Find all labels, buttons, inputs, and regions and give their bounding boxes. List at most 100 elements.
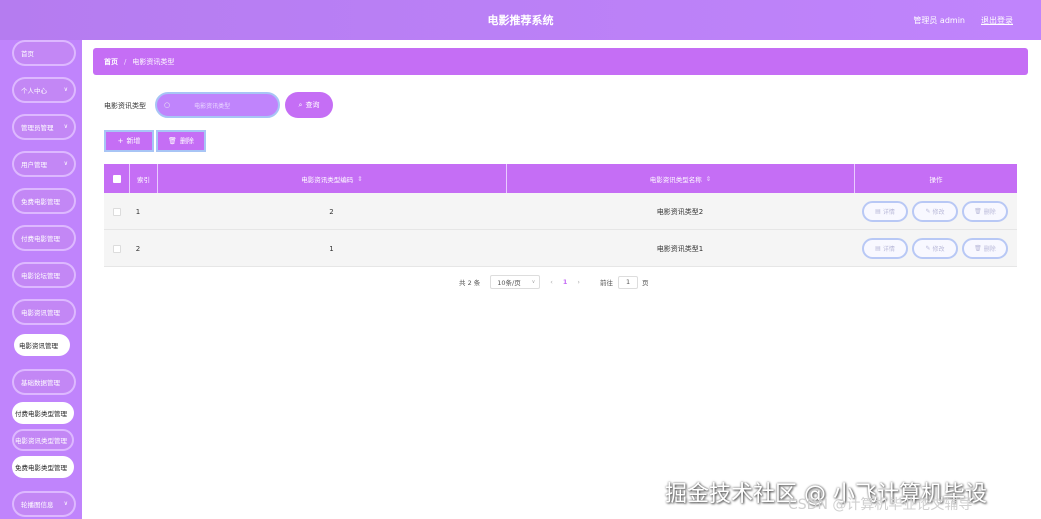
next-page-icon[interactable]: › (577, 278, 580, 286)
data-table: 索引 电影资讯类型编码 ⇕ 电影资讯类型名称 ⇕ 操作 1 2 电影资讯类型2 ▤ 详… (104, 164, 1017, 267)
sidebar-item-label: 基础数据管理 (21, 379, 60, 387)
breadcrumb-home[interactable]: 首页 (104, 57, 118, 67)
sidebar-item-home[interactable]: 首页 (12, 40, 76, 66)
detail-icon: ▤ (875, 245, 881, 252)
sort-icon[interactable]: ⇕ (357, 175, 362, 183)
sidebar-item-label: 电影资讯管理 (19, 342, 58, 350)
pagination-total: 共 2 条 (459, 279, 481, 287)
sidebar-item-label: 电影资讯管理 (21, 309, 60, 317)
prev-page-icon[interactable]: ‹ (550, 278, 553, 286)
header-index: 索引 (129, 164, 157, 193)
goto-page-input[interactable]: 1 (618, 275, 639, 289)
search-input[interactable]: ○ 电影资讯类型 (155, 92, 280, 118)
query-button-label: 查询 (305, 101, 320, 109)
delete-button-label: 删除 (179, 137, 194, 145)
add-button-label: 新增 (126, 137, 141, 145)
sidebar-item-carousel[interactable]: 轮播图信息 ∨ (12, 491, 76, 517)
search-icon: ⌕ (298, 100, 303, 109)
sidebar-subitem-news-types[interactable]: 电影资讯类型管理 (12, 429, 74, 451)
goto-label: 前往 (600, 279, 614, 287)
sidebar-item-label: 付费电影管理 (21, 235, 60, 243)
chevron-down-icon: ∨ (63, 160, 68, 167)
sidebar-item-admin[interactable]: 管理员管理 ∨ (12, 114, 76, 140)
logout-link[interactable]: 退出登录 (981, 15, 1013, 26)
header-code[interactable]: 电影资讯类型编码 ⇕ (157, 164, 506, 193)
row-checkbox[interactable] (112, 244, 121, 253)
detail-icon: ▤ (875, 208, 881, 215)
edit-button-label: 修改 (932, 209, 945, 216)
row-actions: ▤ 详情 ✎ 修改 🗑 删除 (862, 193, 1012, 230)
detail-button[interactable]: ▤ 详情 (862, 201, 908, 222)
trash-icon: 🗑 (168, 137, 177, 145)
sidebar-item-paid-movies[interactable]: 付费电影管理 (12, 225, 76, 251)
breadcrumb-separator: / (124, 57, 127, 66)
sidebar-item-label: 电影资讯类型管理 (15, 437, 67, 445)
header-name-label: 电影资讯类型名称 (649, 175, 702, 184)
cell-code: 1 (329, 244, 334, 253)
select-all-cell[interactable] (104, 164, 129, 193)
sidebar-subitem-free-movie-types[interactable]: 免费电影类型管理 (12, 456, 74, 478)
chevron-down-icon: ∨ (63, 86, 68, 93)
current-page[interactable]: 1 (563, 278, 568, 286)
sidebar-subitem-paid-movie-types[interactable]: 付费电影类型管理 (12, 402, 74, 424)
trash-icon: 🗑 (974, 208, 982, 215)
sidebar-item-label: 管理员管理 (21, 124, 54, 132)
edit-button[interactable]: ✎ 修改 (912, 201, 958, 222)
select-all-checkbox[interactable] (112, 174, 121, 183)
sidebar-item-news[interactable]: 电影资讯管理 (12, 299, 76, 325)
cell-index: 2 (135, 244, 141, 253)
sidebar-item-base-data[interactable]: 基础数据管理 (12, 369, 76, 395)
add-button[interactable]: + 新增 (104, 130, 154, 152)
header-ops: 操作 (854, 164, 1017, 193)
query-button[interactable]: ⌕ 查询 (285, 92, 333, 118)
goto-suffix: 页 (642, 279, 649, 287)
detail-button-label: 详情 (882, 209, 895, 216)
table-row: 1 2 电影资讯类型2 ▤ 详情 ✎ 修改 🗑 删除 (104, 193, 1017, 230)
detail-button[interactable]: ▤ 详情 (862, 238, 908, 259)
sidebar-item-label: 轮播图信息 (21, 501, 54, 509)
sidebar: 首页 个人中心 ∨ 管理员管理 ∨ 用户管理 ∨ 免费电影管理 付费电影管理 电影论坛… (0, 40, 82, 519)
row-delete-button[interactable]: 🗑 删除 (962, 238, 1008, 259)
row-checkbox[interactable] (112, 207, 121, 216)
detail-button-label: 详情 (882, 246, 895, 253)
edit-icon: ✎ (925, 245, 931, 252)
page-size-select[interactable]: 10条/页 ∨ (490, 275, 541, 289)
sidebar-item-label: 电影论坛管理 (21, 272, 60, 280)
chevron-down-icon: ∨ (63, 123, 68, 130)
sidebar-item-label: 首页 (21, 50, 34, 58)
trash-icon: 🗑 (974, 245, 982, 252)
sort-icon[interactable]: ⇕ (706, 175, 711, 183)
row-delete-button[interactable]: 🗑 删除 (962, 201, 1008, 222)
current-user: 管理员 admin (913, 16, 965, 25)
cell-name: 电影资讯类型1 (656, 244, 704, 253)
delete-button[interactable]: 🗑 删除 (156, 130, 206, 152)
row-actions: ▤ 详情 ✎ 修改 🗑 删除 (862, 230, 1012, 267)
sidebar-item-label: 免费电影类型管理 (15, 464, 67, 472)
chevron-down-icon: ∨ (63, 500, 68, 507)
table-row: 2 1 电影资讯类型1 ▤ 详情 ✎ 修改 🗑 删除 (104, 230, 1017, 267)
chevron-down-icon: ∨ (531, 279, 536, 285)
plus-icon: + (117, 137, 124, 145)
table-header: 索引 电影资讯类型编码 ⇕ 电影资讯类型名称 ⇕ 操作 (104, 164, 1017, 193)
sidebar-item-users[interactable]: 用户管理 ∨ (12, 151, 76, 177)
search-placeholder: 电影资讯类型 (194, 102, 231, 110)
cell-code: 2 (329, 207, 334, 216)
sidebar-item-label: 用户管理 (21, 161, 47, 169)
edit-icon: ✎ (925, 208, 931, 215)
top-bar: 电影推荐系统 管理员 admin 退出登录 (0, 0, 1041, 40)
sidebar-subitem-news[interactable]: 电影资讯管理 (14, 334, 70, 356)
sidebar-item-profile[interactable]: 个人中心 ∨ (12, 77, 76, 103)
edit-button[interactable]: ✎ 修改 (912, 238, 958, 259)
pagination: 共 2 条 10条/页 ∨ ‹ 1 › 前往 1 页 (459, 275, 649, 289)
sidebar-item-free-movies[interactable]: 免费电影管理 (12, 188, 76, 214)
cell-index: 1 (135, 207, 141, 216)
watermark-csdn: CSDN @计算机毕业论文辅导 (788, 497, 973, 513)
header-name[interactable]: 电影资讯类型名称 ⇕ (506, 164, 854, 193)
sidebar-item-label: 付费电影类型管理 (15, 410, 67, 418)
page-size-value: 10条/页 (497, 279, 521, 287)
search-label: 电影资讯类型 (104, 102, 146, 110)
sidebar-item-label: 个人中心 (21, 87, 47, 95)
search-icon: ○ (164, 101, 171, 109)
sidebar-item-forum[interactable]: 电影论坛管理 (12, 262, 76, 288)
cell-name: 电影资讯类型2 (656, 207, 704, 216)
